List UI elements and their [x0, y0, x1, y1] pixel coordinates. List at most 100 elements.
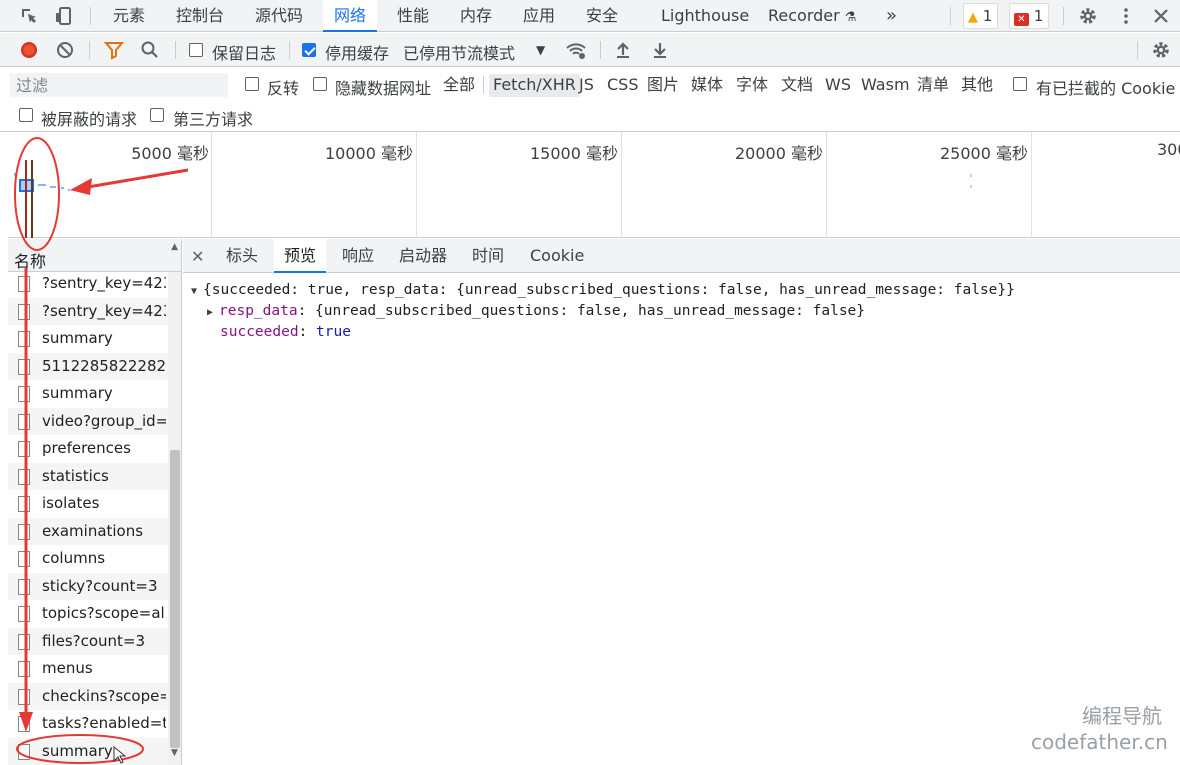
list-item[interactable]: topics?scope=all...: [8, 600, 168, 628]
request-name: 51122858222824: [42, 356, 166, 375]
close-icon[interactable]: ✕: [191, 247, 204, 266]
type-font[interactable]: 字体: [732, 74, 772, 97]
tab-initiator[interactable]: 启动器: [399, 239, 447, 273]
import-icon[interactable]: [612, 39, 634, 61]
tab-application[interactable]: 应用: [523, 0, 555, 32]
funnel-icon[interactable]: [103, 39, 125, 61]
search-icon[interactable]: [139, 39, 161, 61]
list-item[interactable]: video?group_id=...: [8, 407, 168, 435]
network-conditions-icon[interactable]: [565, 39, 587, 61]
scrollbar-thumb[interactable]: [170, 450, 180, 748]
hide-data-urls-checkbox[interactable]: [313, 77, 327, 91]
expanded-triangle-icon[interactable]: ▼: [191, 286, 203, 297]
cursor-select-icon[interactable]: [18, 5, 40, 27]
tab-security[interactable]: 安全: [586, 0, 618, 32]
timeline-overview[interactable]: 5000 毫秒 10000 毫秒 15000 毫秒 20000 毫秒 25000…: [8, 132, 1180, 238]
file-icon: [18, 303, 30, 320]
list-item[interactable]: columns: [8, 545, 168, 573]
tab-elements[interactable]: 元素: [113, 0, 145, 32]
device-toggle-icon[interactable]: [53, 5, 75, 27]
list-item[interactable]: ?sentry_key=423...: [8, 270, 168, 298]
clear-icon[interactable]: [54, 39, 76, 61]
blocked-cookies-checkbox[interactable]: [1013, 77, 1027, 91]
tab-recorder[interactable]: Recorder ⚗: [768, 0, 856, 32]
tab-recorder-label: Recorder: [768, 6, 840, 25]
type-manifest[interactable]: 清单: [913, 74, 953, 97]
tab-lighthouse[interactable]: Lighthouse: [661, 0, 749, 32]
tab-cookies[interactable]: Cookie: [530, 239, 584, 273]
tab-network[interactable]: 网络: [323, 0, 378, 32]
type-js[interactable]: JS: [575, 74, 598, 97]
errors-badge[interactable]: ✕ 1: [1009, 3, 1050, 29]
third-party-checkbox[interactable]: [150, 108, 164, 122]
tab-sources[interactable]: 源代码: [255, 0, 303, 32]
invert-checkbox[interactable]: [245, 77, 259, 91]
close-icon[interactable]: [1150, 5, 1172, 27]
list-item[interactable]: files?count=3: [8, 627, 168, 655]
tick-label: 5000 毫秒: [131, 144, 209, 163]
filter-input[interactable]: [10, 73, 228, 97]
dom-loaded-marker: [25, 160, 27, 238]
json-root-line[interactable]: ▼ {succeeded: true, resp_data: {unread_su…: [191, 282, 1015, 298]
list-item[interactable]: summary: [8, 325, 168, 353]
export-icon[interactable]: [649, 39, 671, 61]
detail-tabs: ✕ 标头 预览 响应 启动器 时间 Cookie: [183, 239, 1180, 273]
record-icon[interactable]: [18, 39, 40, 61]
file-icon: [18, 386, 30, 402]
name-column-header[interactable]: 名称 ▲: [8, 239, 181, 272]
kebab-icon[interactable]: [1115, 5, 1137, 27]
file-icon: [18, 716, 30, 732]
file-icon: [18, 688, 30, 705]
file-icon: [18, 441, 30, 457]
list-item[interactable]: summary: [8, 380, 168, 408]
type-ws[interactable]: WS: [821, 74, 855, 97]
preserve-log-checkbox[interactable]: [189, 43, 203, 57]
gear-icon[interactable]: [1077, 5, 1099, 27]
tab-performance[interactable]: 性能: [397, 0, 429, 32]
type-css[interactable]: CSS: [603, 74, 642, 97]
file-icon: [18, 661, 30, 677]
type-wasm[interactable]: Wasm: [857, 74, 914, 97]
request-name: summary: [42, 329, 113, 347]
list-item[interactable]: menus: [8, 655, 168, 683]
filter-bar: 反转 隐藏数据网址 全部 Fetch/XHR JS CSS 图片 媒体 字体 文…: [0, 68, 1180, 132]
list-item-selected[interactable]: summary: [8, 737, 168, 765]
list-item[interactable]: preferences: [8, 435, 168, 463]
tab-headers[interactable]: 标头: [226, 239, 258, 273]
name-column-title: 名称: [14, 252, 47, 271]
chevron-down-icon[interactable]: ▼: [536, 43, 545, 57]
collapsed-triangle-icon[interactable]: ▶: [207, 307, 219, 318]
list-item[interactable]: isolates: [8, 490, 168, 518]
blocked-requests-checkbox[interactable]: [19, 108, 33, 122]
list-item[interactable]: statistics: [8, 462, 168, 490]
file-icon: [18, 606, 30, 622]
list-item[interactable]: tasks?enabled=tr...: [8, 710, 168, 738]
request-name: isolates: [42, 494, 100, 512]
list-item[interactable]: ?sentry_key=423...: [8, 297, 168, 325]
json-resp-data-line[interactable]: ▶ resp_data: {unread_subscribed_questions…: [207, 303, 865, 319]
scroll-down-icon[interactable]: ▼: [171, 748, 178, 758]
throttle-select[interactable]: 已停用节流模式: [403, 40, 515, 64]
tab-memory[interactable]: 内存: [460, 0, 492, 32]
tab-response[interactable]: 响应: [342, 239, 374, 273]
watermark-title: 编程导航: [1082, 704, 1162, 728]
list-item[interactable]: examinations: [8, 517, 168, 545]
list-item[interactable]: 51122858222824: [8, 352, 168, 380]
type-img[interactable]: 图片: [643, 74, 683, 97]
json-root-summary: {succeeded: true, resp_data: {unread_sub…: [203, 282, 1015, 298]
tab-console[interactable]: 控制台: [176, 0, 224, 32]
type-fetch-xhr[interactable]: Fetch/XHR: [489, 74, 580, 97]
type-media[interactable]: 媒体: [687, 74, 727, 97]
tab-timing[interactable]: 时间: [472, 239, 504, 273]
disable-cache-checkbox[interactable]: [302, 43, 316, 57]
network-settings-gear-icon[interactable]: [1150, 39, 1172, 61]
type-other[interactable]: 其他: [957, 74, 997, 97]
list-item[interactable]: sticky?count=3: [8, 572, 168, 600]
scroll-up-icon[interactable]: ▲: [171, 242, 178, 252]
tab-preview[interactable]: 预览: [274, 239, 327, 273]
list-item[interactable]: checkins?scope=...: [8, 682, 168, 710]
warnings-badge[interactable]: ▲ 1: [963, 3, 999, 29]
type-all[interactable]: 全部: [439, 74, 479, 97]
type-doc[interactable]: 文档: [777, 74, 817, 97]
double-chevron-icon[interactable]: »: [886, 0, 897, 32]
